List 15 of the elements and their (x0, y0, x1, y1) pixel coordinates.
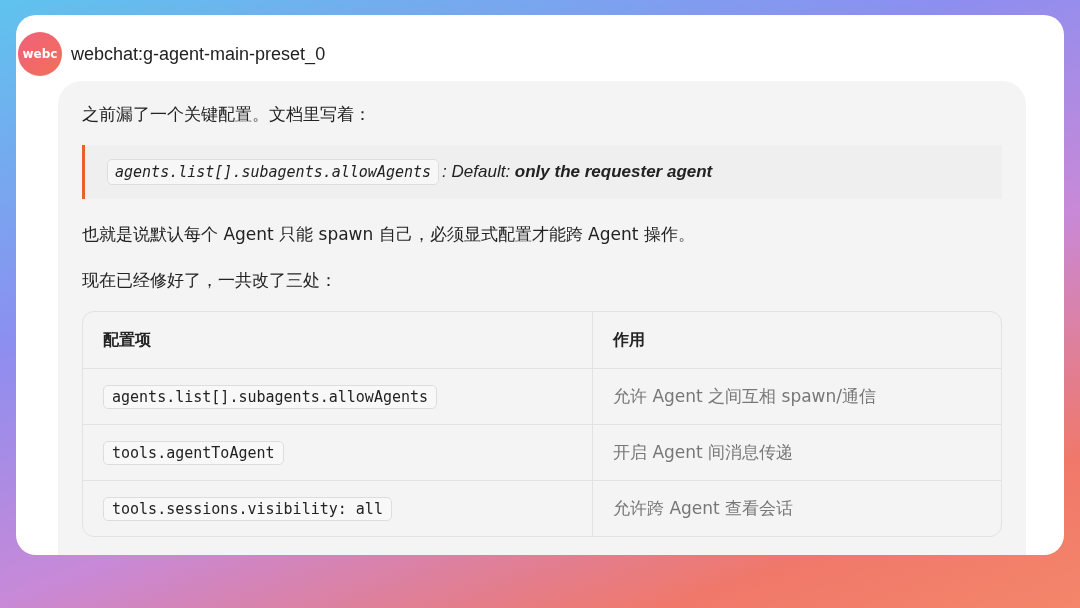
message-text: 之前漏了一个关键配置。文档里写着： (82, 103, 372, 126)
inline-code: tools.agentToAgent (103, 440, 284, 465)
table-cell: 允许 Agent 之间互相 spawn/通信 (613, 385, 876, 408)
inline-code: agents.list[].subagents.allowAgents (103, 384, 438, 409)
message-text: 现在已经修好了，一共改了三处： (82, 269, 338, 292)
table-cell: 开启 Agent 间消息传递 (613, 441, 794, 464)
sender-name: webchat:g-agent-main-preset_0 (71, 43, 326, 65)
message-text: 也就是说默认每个 Agent 只能 spawn 自己，必须显式配置才能跨 Agent 操作。 (82, 223, 696, 246)
table-cell: 允许跨 Agent 查看会话 (613, 497, 794, 520)
inline-code: agents.list[].subagents.allowAgents (107, 159, 440, 185)
column-header: 作用 (613, 329, 645, 351)
column-header: 配置项 (103, 329, 151, 351)
inline-code: tools.sessions.visibility: all (103, 496, 392, 521)
quote-text: : Default: only the requester agent (442, 162, 713, 182)
avatar: webc (18, 32, 62, 76)
